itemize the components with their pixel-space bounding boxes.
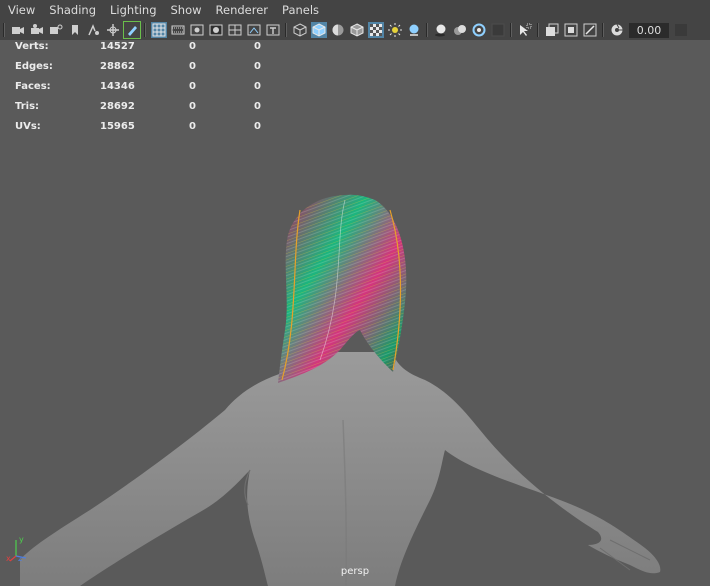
hud-row-verts: Verts: 14527 0 0: [15, 41, 275, 61]
isolate-icon[interactable]: [517, 22, 533, 38]
grid-icon[interactable]: [150, 22, 167, 38]
hud-value-object: 15965: [100, 121, 135, 132]
hud-label: Verts:: [15, 41, 49, 52]
motion-blur-icon[interactable]: [490, 22, 506, 38]
grease-pencil-icon[interactable]: [122, 21, 141, 39]
textured-icon[interactable]: [406, 22, 422, 38]
hud-label: Tris:: [15, 101, 40, 112]
hud-value-selected: 0: [189, 81, 196, 92]
hud-value-object: 14527: [100, 41, 135, 52]
pan-zoom-icon[interactable]: [105, 22, 121, 38]
gate-mask-icon[interactable]: [208, 22, 224, 38]
hud-value-component: 0: [254, 81, 261, 92]
toolbar-separator: [3, 23, 5, 37]
wireframe-icon[interactable]: [292, 22, 308, 38]
hud-label: Faces:: [15, 81, 51, 92]
safe-title-icon[interactable]: [265, 22, 281, 38]
bookmark-icon[interactable]: [67, 22, 83, 38]
menu-view[interactable]: View: [0, 3, 42, 17]
ui-display-icon[interactable]: [563, 22, 579, 38]
character-body[interactable]: [20, 352, 661, 586]
hud-row-faces: Faces: 14346 0 0: [15, 81, 275, 101]
xray-icon[interactable]: [367, 22, 384, 38]
camera-icon[interactable]: [10, 22, 26, 38]
film-gate-icon[interactable]: [170, 22, 186, 38]
hud-value-selected: 0: [189, 61, 196, 72]
wireframe-on-shaded-icon[interactable]: [349, 22, 365, 38]
hud-value-component: 0: [254, 121, 261, 132]
shadows-icon[interactable]: [433, 22, 449, 38]
hud-value-component: 0: [254, 41, 261, 52]
backface-culling-icon[interactable]: [582, 22, 598, 38]
hud-label: Edges:: [15, 61, 53, 72]
camera-name-label: persp: [340, 566, 370, 577]
hud-label: UVs:: [15, 121, 41, 132]
toolbar-separator: [285, 23, 287, 37]
smooth-shade-icon[interactable]: [310, 22, 327, 38]
viewport-menu-bar: View Shading Lighting Show Renderer Pane…: [0, 0, 710, 20]
field-chart-icon[interactable]: [227, 22, 243, 38]
hud-value-object: 14346: [100, 81, 135, 92]
screen-space-ao-icon[interactable]: [452, 22, 468, 38]
gamma-icon[interactable]: [673, 22, 689, 38]
z-axis-label: z: [18, 554, 22, 563]
toolbar-separator: [537, 23, 539, 37]
resolution-gate-icon[interactable]: [189, 22, 205, 38]
poly-count-hud: Verts: 14527 0 0 Edges: 28862 0 0 Faces:…: [15, 41, 275, 141]
default-material-icon[interactable]: [330, 22, 346, 38]
hud-value-selected: 0: [189, 101, 196, 112]
exposure-icon[interactable]: [609, 22, 625, 38]
menu-shading[interactable]: Shading: [42, 3, 103, 17]
lights-icon[interactable]: [387, 22, 403, 38]
hud-value-selected: 0: [189, 41, 196, 52]
hud-row-uvs: UVs: 15965 0 0: [15, 121, 275, 141]
camera-attributes-icon[interactable]: [29, 22, 45, 38]
toolbar-separator: [426, 23, 428, 37]
hud-value-object: 28862: [100, 61, 135, 72]
image-plane-icon[interactable]: [86, 22, 102, 38]
toolbar-separator: [602, 23, 604, 37]
x-axis-line: [9, 555, 17, 562]
ambient-occlusion-icon[interactable]: [471, 22, 487, 38]
multi-sample-icon[interactable]: [544, 22, 560, 38]
safe-action-icon[interactable]: [246, 22, 262, 38]
axis-gizmo: y x z: [6, 535, 27, 563]
hud-value-object: 28692: [100, 101, 135, 112]
hud-value-component: 0: [254, 61, 261, 72]
menu-show[interactable]: Show: [164, 3, 209, 17]
toolbar-separator: [510, 23, 512, 37]
hud-row-tris: Tris: 28692 0 0: [15, 101, 275, 121]
y-axis-label: y: [19, 535, 24, 544]
camera-tools-icon[interactable]: [48, 22, 64, 38]
hud-value-component: 0: [254, 101, 261, 112]
toolbar-separator: [144, 23, 146, 37]
panel-toolbar: [0, 20, 710, 40]
menu-panels[interactable]: Panels: [275, 3, 326, 17]
menu-lighting[interactable]: Lighting: [103, 3, 163, 17]
exposure-field[interactable]: [629, 22, 669, 38]
hud-row-edges: Edges: 28862 0 0: [15, 61, 275, 81]
menu-renderer[interactable]: Renderer: [209, 3, 276, 17]
x-axis-label: x: [6, 554, 11, 563]
hud-value-selected: 0: [189, 121, 196, 132]
